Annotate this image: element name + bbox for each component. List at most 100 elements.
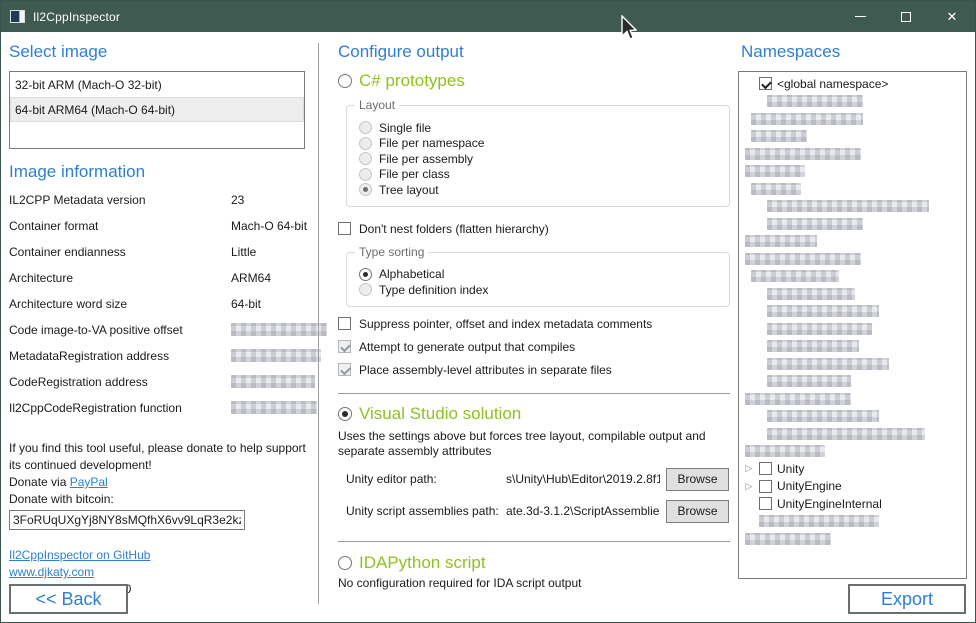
back-button[interactable]: << Back xyxy=(9,584,128,614)
redacted-namespace xyxy=(745,445,825,457)
select-image-heading: Select image xyxy=(9,42,311,62)
unity-editor-path-row: Unity editor path: s\Unity\Hub\Editor\20… xyxy=(346,468,729,491)
namespaces-listbox[interactable]: <global namespace> ▷ Unity ▷UnityEngineUnit… xyxy=(738,71,967,579)
layout-radio[interactable] xyxy=(359,121,372,134)
namespace-item-redacted xyxy=(739,373,966,391)
unity-editor-path-value[interactable]: s\Unity\Hub\Editor\2019.2.8f1 xyxy=(506,472,660,486)
idapython-label: IDAPython script xyxy=(359,553,486,573)
redacted-namespace xyxy=(767,95,863,107)
namespace-label: <global namespace> xyxy=(777,77,888,91)
namespace-item[interactable]: <global namespace> xyxy=(739,75,966,93)
namespace-item-redacted xyxy=(739,145,966,163)
redacted-namespace xyxy=(767,305,879,317)
unity-editor-path-label: Unity editor path: xyxy=(346,472,506,486)
type-sorting-option[interactable]: Alphabetical xyxy=(359,267,719,283)
redacted-namespace xyxy=(767,218,863,230)
csharp-prototypes-radio[interactable] xyxy=(338,74,352,88)
redacted-namespace xyxy=(751,113,863,125)
output-option-checkbox[interactable] xyxy=(338,340,351,353)
info-label: Container endianness xyxy=(9,245,126,259)
close-button[interactable]: ✕ xyxy=(929,1,975,32)
redacted-value xyxy=(231,401,317,414)
idapython-description: No configuration required for IDA script… xyxy=(338,576,731,590)
flatten-hierarchy-checkbox[interactable] xyxy=(338,222,351,235)
csharp-checkboxes: Suppress pointer, offset and index metad… xyxy=(338,315,731,379)
namespace-item-redacted xyxy=(739,443,966,461)
type-sorting-radio[interactable] xyxy=(359,283,372,296)
redacted-namespace xyxy=(767,428,925,440)
image-information-heading: Image information xyxy=(9,162,311,182)
expander-icon[interactable]: ▷ xyxy=(739,478,759,495)
layout-option[interactable]: File per namespace xyxy=(359,136,719,152)
idapython-radio[interactable] xyxy=(338,556,352,570)
layout-radio[interactable] xyxy=(359,183,372,196)
info-row: Il2CppCodeRegistration function xyxy=(9,401,311,427)
namespace-checkbox[interactable] xyxy=(759,462,772,475)
paypal-link[interactable]: PayPal xyxy=(70,475,108,489)
github-link[interactable]: Il2CppInspector on GitHub xyxy=(9,548,150,562)
maximize-button[interactable] xyxy=(883,1,929,32)
layout-radio[interactable] xyxy=(359,152,372,165)
namespace-item[interactable]: ▷UnityEngine xyxy=(739,478,966,496)
website-link[interactable]: www.djkaty.com xyxy=(9,565,94,579)
layout-option[interactable]: Tree layout xyxy=(359,182,719,198)
layout-option[interactable]: File per class xyxy=(359,167,719,183)
type-sorting-option[interactable]: Type definition index xyxy=(359,282,719,298)
unity-assemblies-browse-button[interactable]: Browse xyxy=(666,500,729,523)
output-option[interactable]: Place assembly-level attributes in separ… xyxy=(338,361,731,379)
namespace-item-redacted xyxy=(739,128,966,146)
namespace-checkbox[interactable] xyxy=(759,497,772,510)
csharp-prototypes-option[interactable]: C# prototypes xyxy=(338,71,731,91)
redacted-namespace xyxy=(759,515,879,527)
info-label: Architecture xyxy=(9,271,73,285)
unity-assemblies-path-label: Unity script assemblies path: xyxy=(346,504,506,518)
redacted-namespace xyxy=(767,340,859,352)
app-window: Il2CppInspector ✕ Select image 32-bit AR… xyxy=(0,0,976,623)
type-sorting-groupbox: Type sorting AlphabeticalType definition… xyxy=(346,252,730,307)
window-content: Select image 32-bit ARM (Mach-O 32-bit)6… xyxy=(1,32,975,622)
info-row: Container endiannessLittle xyxy=(9,245,311,271)
namespace-checkbox[interactable] xyxy=(759,77,772,90)
layout-radio[interactable] xyxy=(359,137,372,150)
close-icon: ✕ xyxy=(947,10,958,23)
donate-bitcoin-label: Donate with bitcoin: xyxy=(9,491,311,508)
namespace-checkbox[interactable] xyxy=(759,480,772,493)
flatten-hierarchy-option[interactable]: Don't nest folders (flatten hierarchy) xyxy=(338,220,731,238)
layout-radio[interactable] xyxy=(359,168,372,181)
namespace-item[interactable]: UnityEngineInternal xyxy=(739,495,966,513)
output-option-label: Suppress pointer, offset and index metad… xyxy=(359,317,652,331)
namespace-item[interactable]: ▷ Unity xyxy=(739,460,966,478)
export-button[interactable]: Export xyxy=(848,584,966,614)
layout-option[interactable]: Single file xyxy=(359,120,719,136)
unity-editor-browse-button[interactable]: Browse xyxy=(666,468,729,491)
layout-label: File per assembly xyxy=(379,152,473,166)
output-option-checkbox[interactable] xyxy=(338,317,351,330)
info-row: ArchitectureARM64 xyxy=(9,271,311,297)
title-bar[interactable]: Il2CppInspector ✕ xyxy=(1,1,975,32)
unity-assemblies-path-value[interactable]: ate.3d-3.1.2\ScriptAssemblies xyxy=(506,504,660,518)
redacted-namespace xyxy=(767,375,851,387)
info-label: Il2CppCodeRegistration function xyxy=(9,401,182,415)
output-option[interactable]: Attempt to generate output that compiles xyxy=(338,338,731,356)
list-item[interactable]: 32-bit ARM (Mach-O 32-bit) xyxy=(10,72,304,97)
visual-studio-option[interactable]: Visual Studio solution xyxy=(338,404,731,424)
layout-option[interactable]: File per assembly xyxy=(359,151,719,167)
window-controls: ✕ xyxy=(837,1,975,32)
output-option-checkbox[interactable] xyxy=(338,363,351,376)
bitcoin-address-input[interactable] xyxy=(9,510,245,530)
redacted-namespace xyxy=(745,165,805,177)
image-listbox[interactable]: 32-bit ARM (Mach-O 32-bit)64-bit ARM64 (… xyxy=(9,71,305,149)
type-sorting-radio[interactable] xyxy=(359,268,372,281)
select-image-panel: Select image 32-bit ARM (Mach-O 32-bit)6… xyxy=(9,42,311,598)
visual-studio-radio[interactable] xyxy=(338,407,352,421)
namespace-label: Unity xyxy=(777,462,804,476)
list-item[interactable]: 64-bit ARM64 (Mach-O 64-bit) xyxy=(10,97,304,122)
section-divider-2 xyxy=(338,541,730,542)
section-divider-1 xyxy=(338,393,730,394)
output-option[interactable]: Suppress pointer, offset and index metad… xyxy=(338,315,731,333)
expander-icon[interactable]: ▷ xyxy=(739,460,759,477)
minimize-button[interactable] xyxy=(837,1,883,32)
idapython-option[interactable]: IDAPython script xyxy=(338,553,731,573)
info-label: CodeRegistration address xyxy=(9,375,148,389)
csharp-prototypes-label: C# prototypes xyxy=(359,71,465,91)
